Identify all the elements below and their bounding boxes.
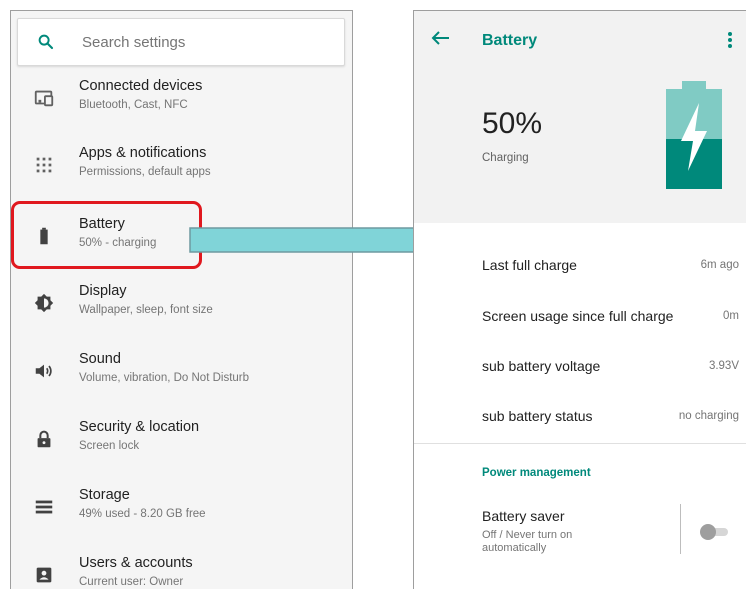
battery-header: Battery 50% Charging <box>414 11 746 223</box>
item-subtitle: Wallpaper, sleep, font size <box>79 304 213 316</box>
item-subtitle: Bluetooth, Cast, NFC <box>79 99 188 111</box>
item-subtitle: Permissions, default apps <box>79 166 211 178</box>
brightness-icon <box>34 293 54 313</box>
item-subtitle: 49% used - 8.20 GB free <box>79 508 206 520</box>
battery-saver-subtitle: Off / Never turn on automatically <box>482 529 573 554</box>
row-value: 6m ago <box>700 259 739 271</box>
search-icon <box>38 34 54 50</box>
toggle-thumb <box>700 524 716 540</box>
row-value: 3.93V <box>708 360 739 372</box>
info-row-sub-battery-status[interactable]: sub battery status no charging <box>414 392 746 442</box>
battery-highlight-box <box>11 201 202 269</box>
settings-item-display[interactable]: Display Wallpaper, sleep, font size <box>11 273 352 333</box>
row-value: no charging <box>678 410 739 422</box>
vertical-divider <box>680 504 681 554</box>
lock-icon <box>37 430 51 448</box>
info-row-last-full-charge[interactable]: Last full charge 6m ago <box>414 241 746 291</box>
volume-icon <box>35 364 52 378</box>
item-title: Security & location <box>79 419 200 435</box>
item-subtitle: Volume, vibration, Do Not Disturb <box>79 372 250 384</box>
item-title: Apps & notifications <box>79 145 207 161</box>
battery-saver-title[interactable]: Battery saver <box>482 508 564 524</box>
item-title: Sound <box>79 351 121 367</box>
settings-item-sound[interactable]: Sound Volume, vibration, Do Not Disturb <box>11 341 352 401</box>
settings-item-connected-devices[interactable]: Connected devices Bluetooth, Cast, NFC <box>11 68 352 128</box>
settings-screen: Search settings Connected devices Blueto… <box>10 10 353 589</box>
battery-level-icon <box>666 81 722 189</box>
item-subtitle: Screen lock <box>79 440 140 452</box>
row-label: Last full charge <box>482 257 577 273</box>
battery-saver-toggle[interactable] <box>700 524 728 540</box>
battery-percent: 50% <box>482 107 543 140</box>
settings-item-users-accounts[interactable]: Users & accounts Current user: Owner <box>11 545 352 589</box>
more-vert-icon[interactable] <box>727 31 733 49</box>
battery-status: Charging <box>482 152 529 164</box>
info-row-screen-usage[interactable]: Screen usage since full charge 0m <box>414 292 746 342</box>
arrow-right-icon <box>189 220 439 260</box>
section-divider <box>414 443 746 444</box>
item-title: Connected devices <box>79 78 203 94</box>
settings-item-storage[interactable]: Storage 49% used - 8.20 GB free <box>11 477 352 537</box>
devices-icon <box>34 90 54 107</box>
row-label: sub battery voltage <box>482 358 601 374</box>
back-arrow-icon[interactable] <box>430 30 450 46</box>
apps-grid-icon <box>36 157 52 173</box>
settings-item-security-location[interactable]: Security & location Screen lock <box>11 409 352 469</box>
info-row-sub-battery-voltage[interactable]: sub battery voltage 3.93V <box>414 342 746 392</box>
item-title: Display <box>79 283 127 299</box>
row-value: 0m <box>723 310 739 322</box>
search-placeholder: Search settings <box>82 34 186 51</box>
storage-icon <box>35 500 53 514</box>
item-title: Storage <box>79 487 130 503</box>
row-label: Screen usage since full charge <box>482 308 674 324</box>
account-icon <box>36 567 52 583</box>
section-header-power-management: Power management <box>482 467 591 479</box>
battery-screen: Battery 50% Charging Last full charge 6m… <box>413 10 746 589</box>
row-label: sub battery status <box>482 408 593 424</box>
settings-item-apps-notifications[interactable]: Apps & notifications Permissions, defaul… <box>11 135 352 195</box>
item-title: Users & accounts <box>79 555 193 571</box>
page-title: Battery <box>482 32 538 49</box>
search-bar[interactable]: Search settings <box>17 18 345 66</box>
item-subtitle: Current user: Owner <box>79 576 184 588</box>
